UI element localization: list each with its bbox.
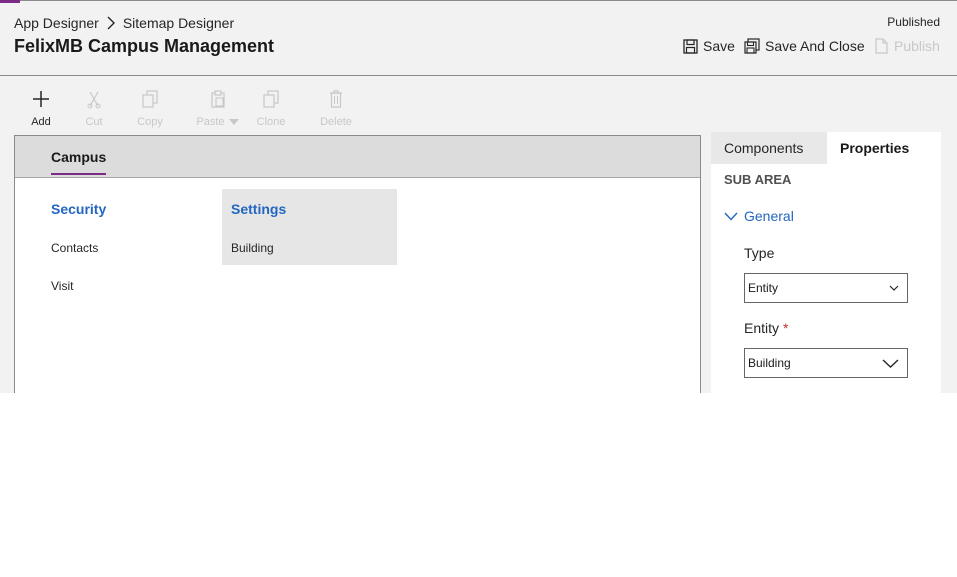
- chevron-down-icon: [724, 212, 738, 221]
- general-section-toggle[interactable]: General: [724, 208, 794, 224]
- subarea-contacts[interactable]: Contacts: [51, 241, 98, 255]
- area-strip: Campus: [15, 136, 700, 178]
- copy-icon: [142, 90, 158, 108]
- save-and-close-label: Save And Close: [765, 38, 865, 54]
- publish-button[interactable]: Publish: [874, 36, 940, 56]
- publish-icon: [875, 38, 888, 54]
- paste-button[interactable]: Paste: [188, 88, 248, 128]
- save-icon: [683, 38, 698, 54]
- top-border: [0, 0, 957, 1]
- entity-select[interactable]: Building: [744, 348, 908, 378]
- group-settings[interactable]: Settings Building: [222, 189, 397, 265]
- add-icon: [33, 91, 49, 107]
- type-label: Type: [744, 245, 775, 261]
- clone-button[interactable]: Clone: [243, 88, 299, 128]
- sitemap-designer-window: App Designer Sitemap Designer FelixMB Ca…: [0, 0, 957, 393]
- status-label: Published: [887, 15, 940, 29]
- cut-icon: [87, 91, 101, 109]
- entity-label-text: Entity: [744, 320, 780, 336]
- save-label: Save: [703, 38, 735, 54]
- copy-button[interactable]: Copy: [122, 88, 178, 128]
- properties-body: SUB AREA General Type Entity Entity * Bui…: [711, 164, 941, 393]
- breadcrumb-app-designer[interactable]: App Designer: [14, 15, 99, 31]
- sitemap-canvas: Campus Security Contacts Visit Settings …: [14, 135, 701, 393]
- publish-label: Publish: [894, 38, 940, 54]
- delete-label: Delete: [320, 116, 352, 128]
- breadcrumb-sitemap-designer: Sitemap Designer: [122, 15, 235, 31]
- delete-icon: [330, 90, 342, 108]
- section-title: SUB AREA: [724, 172, 792, 187]
- copy-label: Copy: [137, 116, 163, 128]
- save-and-close-button[interactable]: Save And Close: [744, 36, 865, 56]
- save-and-close-icon: [744, 38, 760, 54]
- caret-down-icon: [228, 119, 239, 125]
- breadcrumb: App Designer Sitemap Designer: [14, 14, 234, 32]
- panel-tabs: Components Properties: [711, 132, 941, 164]
- cut-button[interactable]: Cut: [66, 89, 122, 128]
- clone-icon: [263, 90, 279, 108]
- properties-panel: Components Properties SUB AREA General T…: [711, 132, 941, 393]
- chevron-down-icon: [882, 358, 899, 368]
- group-title[interactable]: Security: [51, 201, 106, 217]
- page-title: FelixMB Campus Management: [14, 36, 275, 56]
- delete-button[interactable]: Delete: [308, 88, 364, 128]
- tab-components[interactable]: Components: [711, 132, 826, 164]
- subarea-visit[interactable]: Visit: [51, 279, 73, 293]
- paste-label: Paste: [196, 116, 225, 128]
- type-select[interactable]: Entity: [744, 273, 908, 303]
- subarea-building[interactable]: Building: [231, 241, 274, 255]
- accent-bar: [0, 0, 20, 3]
- tab-properties[interactable]: Properties: [827, 132, 941, 164]
- entity-label: Entity *: [744, 320, 788, 336]
- type-value: Entity: [748, 281, 779, 295]
- group-title[interactable]: Settings: [231, 201, 286, 217]
- area-tab-campus[interactable]: Campus: [51, 149, 107, 175]
- chevron-down-icon: [889, 285, 899, 291]
- clone-label: Clone: [256, 116, 286, 128]
- header-divider: [0, 75, 957, 76]
- cut-label: Cut: [85, 116, 103, 128]
- chevron-right-icon: [103, 15, 119, 31]
- add-label: Add: [31, 116, 51, 128]
- save-button[interactable]: Save: [683, 36, 735, 56]
- entity-value: Building: [748, 356, 791, 370]
- add-button[interactable]: Add: [13, 88, 69, 128]
- paste-icon: [211, 90, 225, 108]
- required-indicator: *: [783, 320, 789, 336]
- general-label: General: [744, 208, 794, 224]
